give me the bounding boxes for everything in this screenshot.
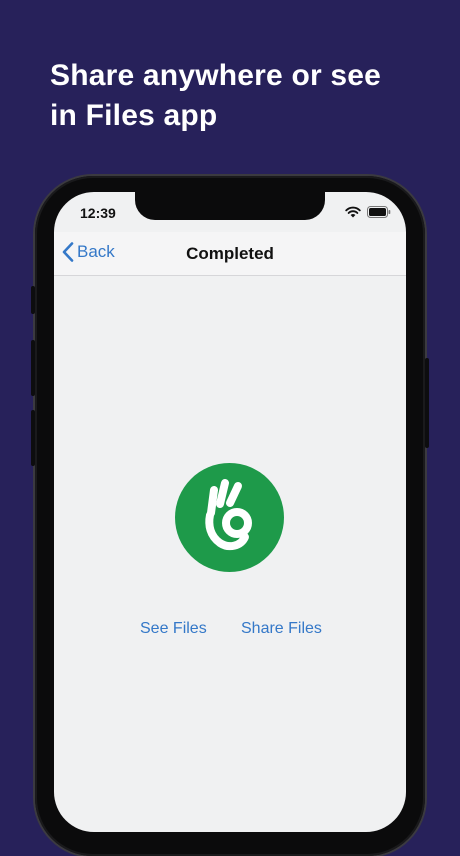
phone-volume-down-button [31,410,35,466]
back-label: Back [77,242,115,261]
battery-icon [367,206,391,218]
chevron-left-icon [62,242,74,262]
status-icons [345,206,391,218]
status-time: 12:39 [80,205,116,221]
phone-notch [135,192,325,220]
completed-badge [175,463,284,572]
phone-side-button [31,286,35,314]
promo-headline: Share anywhere or see in Files app [50,56,430,136]
see-files-button[interactable]: See Files [140,620,207,638]
share-files-button[interactable]: Share Files [241,620,322,638]
phone-power-button [425,358,429,448]
headline-line-2: in Files app [50,99,218,132]
ok-hand-icon [205,479,252,551]
back-button[interactable]: Back [62,242,115,262]
page-title: Completed [186,244,274,263]
phone-volume-up-button [31,340,35,396]
wifi-icon [345,206,361,218]
headline-line-1: Share anywhere or see [50,59,382,92]
